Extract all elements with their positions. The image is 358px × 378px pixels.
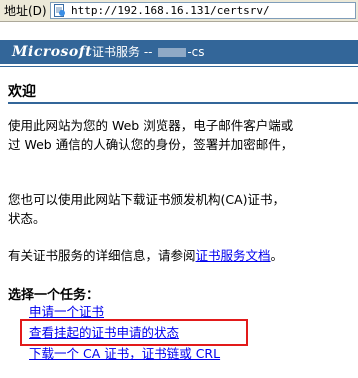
ca-info-line-1: 您也可以使用此网站下载证书颁发机构(CA)证书，: [8, 192, 286, 207]
address-url[interactable]: http://192.168.16.131/certsrv/: [71, 4, 270, 18]
welcome-divider: [8, 102, 358, 104]
intro-line-2: 过 Web 通信的人确认您的身份，签署并加密邮件，: [8, 137, 294, 152]
brand-logo: Microsoft: [12, 44, 93, 60]
ca-info-line-2: 状态。: [8, 211, 46, 226]
docs-suffix: 。: [270, 248, 284, 263]
address-label: 地址(D): [4, 4, 47, 18]
page-header: Microsoft 证书服务 -- -cs: [0, 40, 358, 64]
docs-paragraph: 有关证书服务的详细信息，请参阅证书服务文档。: [8, 246, 283, 265]
service-title: 证书服务 -- -cs: [92, 44, 205, 60]
page-icon: [54, 4, 65, 17]
redacted-host: [158, 48, 187, 57]
request-certificate-link[interactable]: 申请一个证书: [29, 304, 104, 319]
address-field[interactable]: http://192.168.16.131/certsrv/: [50, 2, 356, 19]
header-divider: [0, 66, 358, 67]
service-title-prefix: 证书服务 --: [92, 45, 153, 59]
intro-line-1: 使用此网站为您的 Web 浏览器，电子邮件客户端或: [8, 118, 294, 133]
docs-link[interactable]: 证书服务文档: [196, 248, 271, 263]
address-bar: 地址(D) http://192.168.16.131/certsrv/: [0, 0, 358, 22]
service-host-suffix: -cs: [187, 45, 205, 59]
docs-prefix: 有关证书服务的详细信息，请参阅: [8, 248, 196, 263]
download-ca-certificate-link[interactable]: 下载一个 CA 证书，证书链或 CRL: [29, 346, 220, 361]
task-download-ca: 下载一个 CA 证书，证书链或 CRL: [29, 345, 220, 363]
welcome-heading: 欢迎: [8, 84, 36, 100]
red-highlight-box: [20, 319, 248, 346]
